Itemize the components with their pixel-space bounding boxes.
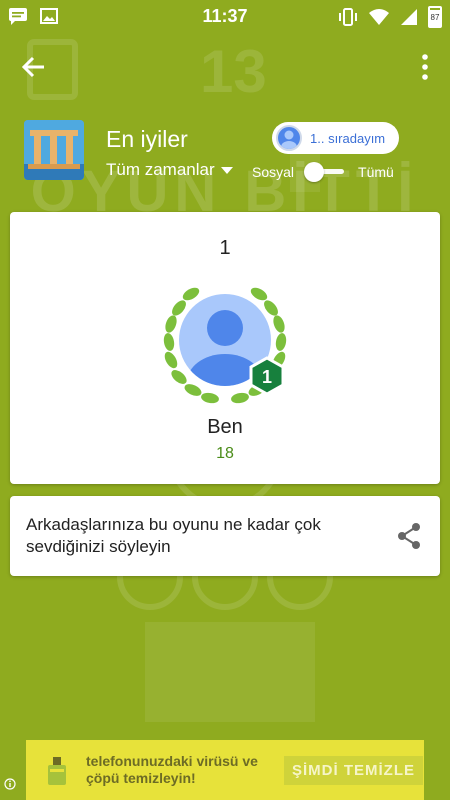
wifi-icon: [369, 9, 389, 25]
signal-icon: [401, 9, 417, 25]
ad-clean-now-button[interactable]: ŞİMDİ TEMİZLE: [284, 755, 423, 785]
status-bar: 11:37 87: [0, 0, 450, 32]
more-options-button[interactable]: [420, 52, 430, 82]
status-bar-right-icons: 87: [338, 6, 442, 28]
toggle-label-social: Sosyal: [252, 164, 295, 180]
more-vert-icon: [422, 54, 428, 80]
player-score: 18: [216, 445, 234, 462]
ad-banner[interactable]: telefonunuzdaki virüsü ve çöpü temizleyi…: [26, 740, 424, 800]
share-game-card[interactable]: Arkadaşlarınıza bu oyunu ne kadar çok se…: [10, 496, 440, 576]
arrow-left-icon: [21, 56, 44, 78]
avatar: [276, 125, 302, 151]
player-score-card: 1 1 Ben 18: [10, 212, 440, 484]
level-badge-number: 1: [262, 367, 272, 387]
social-all-toggle-row: Sosyal Tümü: [252, 160, 394, 184]
share-message: Arkadaşlarınıza bu oyunu ne kadar çok se…: [26, 515, 321, 556]
player-name: Ben: [207, 416, 243, 438]
level-badge: 1: [249, 356, 285, 396]
player-rank: 1: [219, 237, 231, 259]
temple-icon: [24, 120, 84, 180]
ad-corner: [0, 740, 26, 800]
player-avatar-with-laurel: 1: [163, 287, 287, 404]
vibrate-icon: [339, 8, 357, 26]
leaderboard-title: En iyiler: [106, 126, 188, 152]
dropdown-caret-icon: [220, 166, 233, 174]
ad-message: telefonunuzdaki virüsü ve çöpü temizleyi…: [86, 753, 258, 786]
leaderboard-header: En iyiler Tüm zamanlar 1.. sıradayım Sos…: [0, 120, 450, 190]
app-bar: [0, 32, 450, 102]
game-icon: [24, 120, 84, 180]
back-button[interactable]: [18, 52, 50, 82]
my-rank-label: 1.. sıradayım: [310, 130, 386, 146]
my-rank-button[interactable]: 1.. sıradayım: [272, 122, 400, 154]
cleaner-icon: [48, 757, 66, 785]
toggle-label-all: Tümü: [358, 164, 394, 180]
time-filter-dropdown[interactable]: Tüm zamanlar: [106, 160, 233, 180]
battery-level: 87: [430, 10, 440, 26]
ad-info-icon[interactable]: [4, 778, 16, 790]
switch-thumb: [304, 162, 325, 182]
battery-icon: 87: [428, 6, 442, 28]
social-all-switch[interactable]: [302, 160, 348, 184]
time-filter-label: Tüm zamanlar: [106, 160, 215, 179]
person-icon: [281, 130, 297, 149]
share-icon[interactable]: [396, 522, 422, 550]
